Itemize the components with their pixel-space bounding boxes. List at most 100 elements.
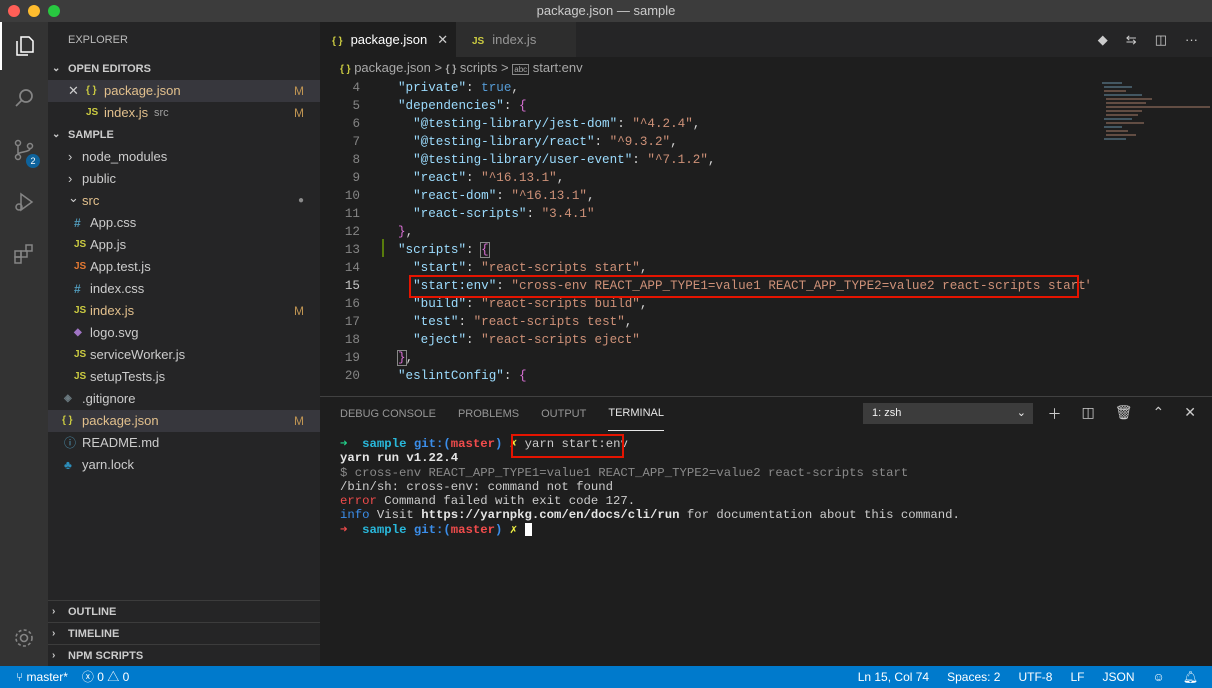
maximize-panel-icon[interactable]: ⌃	[1153, 404, 1165, 424]
tree-item-index-js[interactable]: JS index.js M	[48, 300, 320, 322]
chevron-down-icon: ⌄	[68, 190, 79, 205]
tab-index-js[interactable]: JS index.js	[456, 22, 576, 57]
close-icon[interactable]: ✕	[68, 80, 79, 102]
explorer-title: EXPLORER	[68, 34, 128, 46]
js-file-icon: JS	[74, 305, 87, 316]
eol[interactable]: LF	[1070, 666, 1084, 688]
cursor-position[interactable]: Ln 15, Col 74	[858, 666, 929, 688]
tree-item-app-test-js[interactable]: JS App.test.js	[48, 256, 320, 278]
open-changes-icon[interactable]: ◆	[1098, 32, 1108, 48]
feedback-icon[interactable]: ☺	[1153, 666, 1165, 688]
code-line: "@testing-library/react": "^9.3.2",	[413, 135, 678, 149]
open-editors-header[interactable]: ⌄ OPEN EDITORS	[48, 58, 320, 80]
terminal-line: ➜ sample git:(master) ✗	[340, 523, 960, 537]
tree-item-serviceworker-js[interactable]: JS serviceWorker.js	[48, 344, 320, 366]
tab-output[interactable]: OUTPUT	[541, 397, 586, 431]
git-file-icon: ◈	[64, 393, 72, 404]
close-icon[interactable]: ✕	[437, 32, 448, 47]
code-line: "@testing-library/user-event": "^7.1.2",	[413, 153, 716, 167]
branch-status[interactable]: ⑂ master*	[16, 666, 68, 688]
language-mode[interactable]: JSON	[1102, 666, 1134, 688]
trash-icon[interactable]: 🗑	[1115, 404, 1133, 424]
title-bar: package.json — sample	[0, 0, 1212, 22]
tree-item-readme-md[interactable]: ⓘ README.md	[48, 432, 320, 454]
terminal-line: /bin/sh: cross-env: command not found	[340, 479, 614, 494]
chevron-down-icon: ⌄	[1016, 407, 1026, 419]
tree-item-index-css[interactable]: # index.css	[48, 278, 320, 300]
tree-item-node-modules[interactable]: › node_modules	[48, 146, 320, 168]
source-control-icon[interactable]: 2	[0, 126, 48, 174]
terminal-line: $ cross-env REACT_APP_TYPE1=value1 REACT…	[340, 465, 909, 480]
line-number: 16	[344, 297, 360, 311]
tree-item-gitignore[interactable]: ◈ .gitignore	[48, 388, 320, 410]
tree-item-app-js[interactable]: JS App.js	[48, 234, 320, 256]
run-debug-icon[interactable]	[0, 178, 48, 226]
encoding[interactable]: UTF-8	[1018, 666, 1052, 688]
scm-badge: 2	[26, 154, 40, 168]
close-panel-icon[interactable]: ✕	[1184, 404, 1196, 424]
search-icon[interactable]	[0, 74, 48, 122]
sample-folder-header[interactable]: ⌄ SAMPLE	[48, 124, 320, 146]
breadcrumb-file[interactable]: package.json	[354, 60, 431, 75]
breadcrumb-scripts[interactable]: scripts	[460, 60, 498, 75]
activity-bar: 2	[0, 22, 48, 666]
tree-item-public[interactable]: › public	[48, 168, 320, 190]
tree-item-src[interactable]: ⌄ src ●	[48, 190, 320, 212]
tab-package-json[interactable]: { } package.json ✕	[320, 22, 456, 57]
line-number: 4	[352, 81, 360, 95]
json-file-icon: { }	[340, 64, 351, 75]
breadcrumb-start-env[interactable]: start:env	[533, 60, 583, 75]
svg-file-icon: ◆	[74, 327, 82, 338]
tree-item-package-json[interactable]: { } package.json M	[48, 410, 320, 432]
maximize-window-button[interactable]	[48, 5, 60, 17]
extensions-icon[interactable]	[0, 230, 48, 278]
tree-item-app-css[interactable]: # App.css	[48, 212, 320, 234]
js-file-icon: JS	[86, 107, 99, 118]
timeline-header[interactable]: › TIMELINE	[48, 622, 320, 644]
minimap[interactable]	[1092, 79, 1212, 396]
open-editor-index-js[interactable]: JS index.js src M	[48, 102, 320, 124]
code-line: "eslintConfig": {	[398, 369, 527, 383]
compare-icon[interactable]: ⇆	[1126, 32, 1137, 48]
split-terminal-icon[interactable]: ◫	[1082, 404, 1095, 424]
more-actions-icon[interactable]: ···	[1185, 32, 1198, 48]
terminal-output[interactable]: ➜ sample git:(master) ✗ yarn start:env y…	[340, 437, 960, 537]
outline-header[interactable]: › OUTLINE	[48, 600, 320, 622]
line-number: 20	[344, 369, 360, 383]
tree-item-setuptests-js[interactable]: JS setupTests.js	[48, 366, 320, 388]
minimize-window-button[interactable]	[28, 5, 40, 17]
npm-scripts-header[interactable]: › NPM SCRIPTS	[48, 644, 320, 666]
close-window-button[interactable]	[8, 5, 20, 17]
editor-tabs: { } package.json ✕ JS index.js ◆ ⇆ ◫ ···	[320, 22, 1212, 57]
code-editor[interactable]: 4 5 6 7 8 9 10 11 12 13 14 15 16 17 18 1…	[320, 79, 1090, 396]
chevron-down-icon: ⌄	[52, 129, 61, 140]
explorer-icon[interactable]	[0, 22, 48, 70]
tree-item-yarn-lock[interactable]: ♣ yarn.lock	[48, 454, 320, 476]
panel: DEBUG CONSOLE PROBLEMS OUTPUT TERMINAL 1…	[320, 396, 1212, 666]
highlight-box	[511, 434, 624, 458]
line-number: 12	[344, 225, 360, 239]
open-editor-package-json[interactable]: ✕ { } package.json M	[48, 80, 320, 102]
modified-line-gutter	[382, 239, 384, 257]
terminal-select[interactable]: 1: zsh ⌄	[863, 403, 1033, 424]
yarn-file-icon: ♣	[64, 458, 72, 472]
problems-status[interactable]: ⓧ 0 △ 0	[82, 666, 129, 688]
line-number: 9	[352, 171, 360, 185]
tree-item-logo-svg[interactable]: ◆ logo.svg	[48, 322, 320, 344]
indentation[interactable]: Spaces: 2	[947, 666, 1000, 688]
line-number: 15	[344, 279, 360, 293]
tab-terminal[interactable]: TERMINAL	[608, 397, 664, 431]
editor-area: { } package.json ✕ JS index.js ◆ ⇆ ◫ ··· { …	[320, 22, 1212, 396]
js-file-icon: JS	[74, 239, 87, 250]
bell-icon[interactable]: 🔔︎	[1183, 666, 1198, 688]
gear-icon[interactable]	[0, 614, 48, 662]
breadcrumb: { } package.json > { } scripts > abc sta…	[340, 60, 583, 75]
line-number: 18	[344, 333, 360, 347]
new-terminal-icon[interactable]: ＋	[1048, 404, 1062, 424]
chevron-right-icon: ›	[68, 149, 73, 164]
split-editor-icon[interactable]: ◫	[1155, 32, 1167, 48]
tab-problems[interactable]: PROBLEMS	[458, 397, 519, 431]
code-line: "test": "react-scripts test",	[413, 315, 633, 329]
tab-debug-console[interactable]: DEBUG CONSOLE	[340, 397, 436, 431]
terminal-line: info Visit https://yarnpkg.com/en/docs/c…	[340, 508, 960, 523]
